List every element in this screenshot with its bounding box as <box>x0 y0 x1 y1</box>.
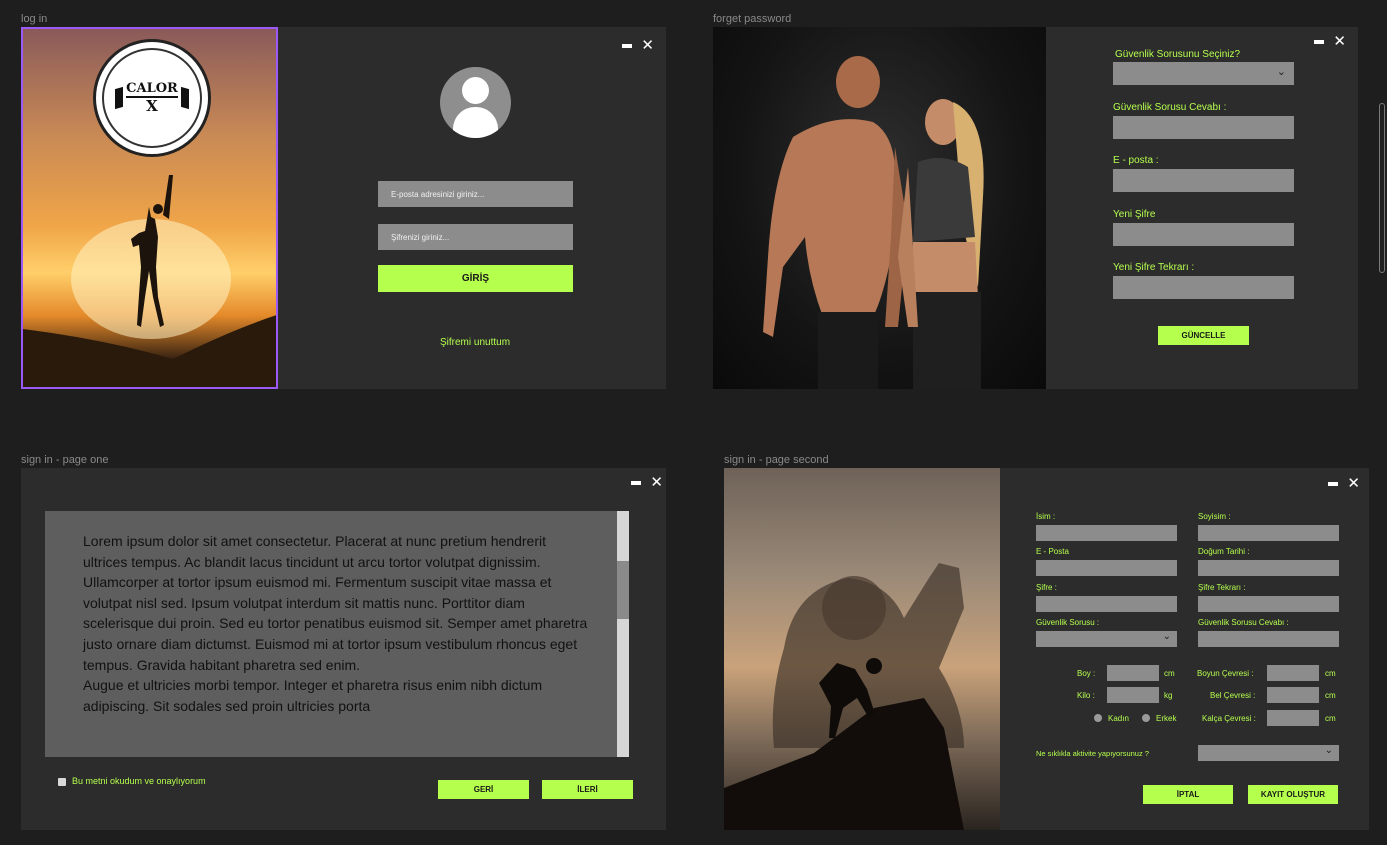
name-label: İsim : <box>1036 512 1056 521</box>
weight-input[interactable] <box>1107 687 1159 703</box>
email-input[interactable]: E-posta adresinizi giriniz... <box>378 181 573 207</box>
name-input[interactable] <box>1036 525 1177 541</box>
hip-unit: cm <box>1325 714 1336 723</box>
neck-input[interactable] <box>1267 665 1319 681</box>
chevron-down-icon: ⌄ <box>1162 631 1171 642</box>
minimize-icon[interactable] <box>622 43 633 48</box>
birthdate-label: Doğum Tarihi : <box>1198 547 1250 556</box>
security-answer-input[interactable] <box>1113 116 1294 139</box>
user-avatar-icon <box>440 67 511 138</box>
new-password-label: Yeni Şifre <box>1113 209 1156 220</box>
weight-unit: kg <box>1164 691 1173 700</box>
chevron-down-icon: ⌄ <box>1276 66 1286 78</box>
close-icon[interactable]: ✕ <box>650 475 663 490</box>
password-repeat-input[interactable] <box>1198 596 1339 612</box>
next-button[interactable]: İLERİ <box>542 780 633 799</box>
signup2-window-controls: ✕ <box>1328 476 1360 491</box>
signup2-frame: ✕ İsim : E - Posta Şifre : Güvenlik Soru… <box>724 468 1369 830</box>
email-input[interactable] <box>1113 169 1294 192</box>
height-input[interactable] <box>1107 665 1159 681</box>
minimize-icon[interactable] <box>631 480 642 485</box>
login-hero-image: CALOR X <box>21 27 278 389</box>
email-label: E - Posta <box>1036 547 1069 556</box>
neck-label: Boyun Çevresi : <box>1197 669 1254 678</box>
terms-text-box[interactable]: Lorem ipsum dolor sit amet consectetur. … <box>45 511 629 757</box>
chevron-down-icon: ⌄ <box>1324 745 1333 756</box>
minimize-icon[interactable] <box>1314 39 1325 44</box>
security-answer-input[interactable] <box>1198 631 1339 647</box>
couple-silhouette-image <box>763 56 984 389</box>
neck-unit: cm <box>1325 669 1336 678</box>
frame-label-forget: forget password <box>713 13 792 25</box>
agree-label: Bu metni okudum ve onaylıyorum <box>72 776 206 786</box>
climber-silhouette-image <box>724 563 964 830</box>
gender-male-label: Erkek <box>1156 714 1177 723</box>
height-unit: cm <box>1164 669 1175 678</box>
terms-text: Lorem ipsum dolor sit amet consectetur. … <box>83 531 593 716</box>
close-icon[interactable]: ✕ <box>641 38 654 53</box>
security-answer-label: Güvenlik Sorusu Cevabı : <box>1113 102 1227 113</box>
login-frame: CALOR X ✕ E-posta adresinizi giriniz... … <box>21 27 666 389</box>
waist-input[interactable] <box>1267 687 1319 703</box>
birthdate-input[interactable] <box>1198 560 1339 576</box>
password-repeat-label: Şifre Tekrarı : <box>1198 583 1246 592</box>
new-password-repeat-label: Yeni Şifre Tekrarı : <box>1113 262 1195 273</box>
back-button[interactable]: GERİ <box>438 780 529 799</box>
signup1-window-controls: ✕ <box>631 475 663 490</box>
signup1-frame: ✕ Lorem ipsum dolor sit amet consectetur… <box>21 468 666 830</box>
terms-paragraph-1: Lorem ipsum dolor sit amet consectetur. … <box>83 533 588 673</box>
activity-select[interactable]: ⌄ <box>1198 745 1339 761</box>
login-window-controls: ✕ <box>622 38 654 53</box>
security-question-select[interactable]: ⌄ <box>1113 62 1294 85</box>
new-password-repeat-input[interactable] <box>1113 276 1294 299</box>
frame-label-login: log in <box>21 13 48 25</box>
update-button[interactable]: GÜNCELLE <box>1158 326 1249 345</box>
gender-female-radio[interactable] <box>1094 714 1102 722</box>
activity-label: Ne sıklıkla aktivite yapıyorsunuz ? <box>1036 749 1149 758</box>
close-icon[interactable]: ✕ <box>1347 476 1360 491</box>
frame-label-signup1: sign in - page one <box>21 454 109 466</box>
hip-label: Kalça Çevresi : <box>1202 714 1256 723</box>
climber-image <box>724 468 1000 830</box>
weight-label: Kilo : <box>1077 691 1095 700</box>
height-label: Boy : <box>1077 669 1096 678</box>
close-icon[interactable]: ✕ <box>1333 34 1346 49</box>
password-label: Şifre : <box>1036 583 1057 592</box>
email-input[interactable] <box>1036 560 1177 576</box>
calorx-logo: CALOR X <box>93 39 211 157</box>
security-question-select[interactable]: ⌄ <box>1036 631 1177 647</box>
minimize-icon[interactable] <box>1328 481 1339 486</box>
canvas-scrollbar[interactable] <box>1379 103 1385 273</box>
surname-label: Soyisim : <box>1198 512 1231 521</box>
terms-scrollbar[interactable] <box>617 511 629 757</box>
surname-input[interactable] <box>1198 525 1339 541</box>
password-input[interactable]: Şifrenizi giriniz... <box>378 224 573 250</box>
new-password-input[interactable] <box>1113 223 1294 246</box>
waist-unit: cm <box>1325 691 1336 700</box>
hip-input[interactable] <box>1267 710 1319 726</box>
frame-label-signup2: sign in - page second <box>724 454 829 466</box>
forget-window-controls: ✕ <box>1314 34 1346 49</box>
login-button[interactable]: GİRİŞ <box>378 265 573 292</box>
gender-male-radio[interactable] <box>1142 714 1150 722</box>
security-question-label: Güvenlik Sorusu : <box>1036 618 1100 627</box>
email-label: E - posta : <box>1113 155 1159 166</box>
waist-label: Bel Çevresi : <box>1210 691 1256 700</box>
fitness-couple-image <box>713 27 1046 389</box>
forgot-password-link[interactable]: Şifremi unuttum <box>440 337 510 348</box>
security-answer-label: Güvenlik Sorusu Cevabı : <box>1198 618 1289 627</box>
terms-paragraph-2: Augue et ultricies morbi tempor. Integer… <box>83 677 543 714</box>
create-account-button[interactable]: KAYIT OLUŞTUR <box>1248 785 1338 804</box>
forget-frame: ✕ Güvenlik Sorusunu Seçiniz? ⌄ Güvenlik … <box>713 27 1358 389</box>
cancel-button[interactable]: İPTAL <box>1143 785 1233 804</box>
agree-checkbox[interactable] <box>58 778 66 786</box>
password-input[interactable] <box>1036 596 1177 612</box>
gender-female-label: Kadın <box>1108 714 1129 723</box>
scrollbar-thumb[interactable] <box>617 561 629 619</box>
security-question-label: Güvenlik Sorusunu Seçiniz? <box>1115 49 1241 60</box>
